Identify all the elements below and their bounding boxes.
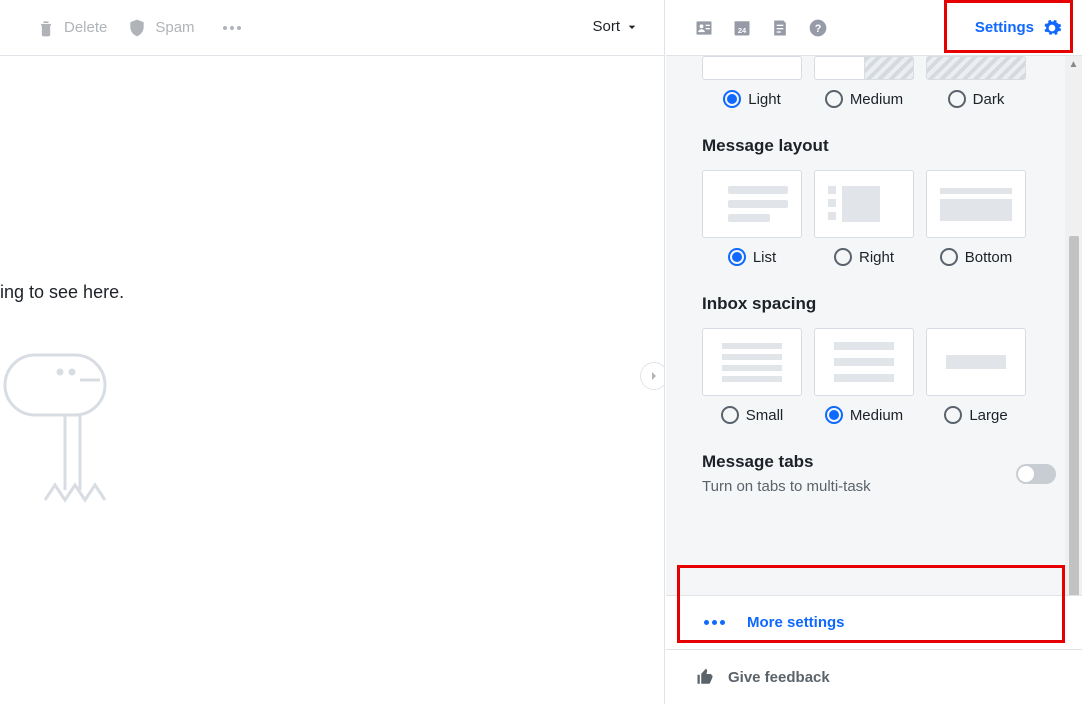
theme-option-dark[interactable]: Dark — [948, 90, 1005, 108]
message-layout-section: Message layout List — [702, 136, 1056, 266]
radio-icon — [825, 90, 843, 108]
radio-icon — [721, 406, 739, 424]
theme-medium-label: Medium — [850, 91, 903, 108]
radio-icon — [834, 248, 852, 266]
empty-state-message: ing to see here. — [0, 282, 124, 303]
settings-scrollbar[interactable]: ▲ ▼ — [1065, 56, 1082, 595]
inbox-spacing-section: Inbox spacing Small — [702, 294, 1056, 424]
contacts-icon[interactable] — [694, 18, 714, 38]
chevron-right-icon — [646, 368, 662, 384]
message-tabs-section: Message tabs Turn on tabs to multi-task — [702, 452, 1056, 495]
more-settings-button[interactable]: More settings — [666, 596, 1082, 649]
delete-label: Delete — [64, 19, 107, 36]
spam-label: Spam — [155, 19, 194, 36]
radio-icon — [723, 90, 741, 108]
spam-button[interactable]: Spam — [121, 14, 200, 42]
notepad-icon[interactable] — [770, 18, 790, 38]
theme-option-medium[interactable]: Medium — [825, 90, 903, 108]
layout-bottom-label: Bottom — [965, 249, 1013, 266]
layout-thumb-right[interactable] — [814, 170, 914, 238]
radio-icon — [940, 248, 958, 266]
radio-icon — [825, 406, 843, 424]
settings-button[interactable]: Settings — [965, 12, 1072, 44]
trash-icon — [36, 18, 56, 38]
message-layout-title: Message layout — [702, 136, 1056, 156]
dots-horizontal-icon — [696, 616, 733, 629]
gear-icon — [1042, 18, 1062, 38]
thumbs-up-icon — [696, 668, 714, 686]
panel-caret-icon — [1028, 56, 1048, 65]
calendar-icon[interactable]: 24 — [732, 18, 752, 38]
layout-list-label: List — [753, 249, 776, 266]
spacing-thumb-small[interactable] — [702, 328, 802, 396]
layout-option-bottom[interactable]: Bottom — [940, 248, 1013, 266]
sort-button[interactable]: Sort — [592, 18, 640, 35]
layout-option-list[interactable]: List — [728, 248, 776, 266]
spacing-option-medium[interactable]: Medium — [825, 406, 903, 424]
radio-icon — [948, 90, 966, 108]
spacing-small-label: Small — [746, 407, 784, 424]
toolbar: Delete Spam Sort — [0, 0, 664, 56]
mailbox-illustration — [0, 340, 140, 520]
feedback-label: Give feedback — [728, 669, 830, 686]
theme-thumbs: Light Medium Dark — [702, 56, 1056, 108]
right-pane: 24 ? Settings ▲ ▼ Light — [666, 0, 1082, 704]
scroll-thumb[interactable] — [1069, 236, 1079, 595]
svg-text:?: ? — [815, 23, 822, 35]
theme-light-label: Light — [748, 91, 781, 108]
spacing-large-label: Large — [969, 407, 1007, 424]
header-icons: 24 ? — [694, 18, 828, 38]
expand-reading-pane-button[interactable] — [640, 362, 665, 390]
spacing-option-large[interactable]: Large — [944, 406, 1007, 424]
layout-thumb-list[interactable] — [702, 170, 802, 238]
message-tabs-toggle[interactable] — [1016, 464, 1056, 484]
more-actions-button[interactable] — [209, 18, 255, 38]
theme-thumb-medium[interactable] — [814, 56, 914, 80]
theme-dark-label: Dark — [973, 91, 1005, 108]
scroll-up-icon[interactable]: ▲ — [1065, 56, 1082, 72]
radio-icon — [728, 248, 746, 266]
layout-option-right[interactable]: Right — [834, 248, 894, 266]
inbox-spacing-title: Inbox spacing — [702, 294, 1056, 314]
layout-thumb-bottom[interactable] — [926, 170, 1026, 238]
spacing-thumb-medium[interactable] — [814, 328, 914, 396]
settings-label: Settings — [975, 19, 1034, 36]
spacing-thumb-large[interactable] — [926, 328, 1026, 396]
quick-settings-panel[interactable]: ▲ ▼ Light Medium — [666, 56, 1082, 595]
theme-thumb-dark[interactable] — [926, 56, 1026, 80]
sort-label: Sort — [592, 18, 620, 35]
layout-right-label: Right — [859, 249, 894, 266]
right-header: 24 ? Settings — [666, 0, 1082, 56]
help-icon[interactable]: ? — [808, 18, 828, 38]
theme-thumb-light[interactable] — [702, 56, 802, 80]
more-settings-label: More settings — [747, 614, 845, 631]
spacing-option-small[interactable]: Small — [721, 406, 784, 424]
shield-x-icon — [127, 18, 147, 38]
theme-option-light[interactable]: Light — [723, 90, 781, 108]
settings-footer: More settings Give feedback — [666, 595, 1082, 704]
mail-list-pane: Delete Spam Sort ing to see here. — [0, 0, 665, 704]
delete-button[interactable]: Delete — [30, 14, 113, 42]
chevron-down-icon — [624, 19, 640, 35]
spacing-medium-label: Medium — [850, 407, 903, 424]
message-tabs-title: Message tabs — [702, 452, 871, 472]
dots-horizontal-icon — [215, 22, 249, 34]
give-feedback-button[interactable]: Give feedback — [666, 649, 1082, 704]
svg-text:24: 24 — [738, 26, 747, 35]
message-tabs-subtitle: Turn on tabs to multi-task — [702, 478, 871, 495]
radio-icon — [944, 406, 962, 424]
